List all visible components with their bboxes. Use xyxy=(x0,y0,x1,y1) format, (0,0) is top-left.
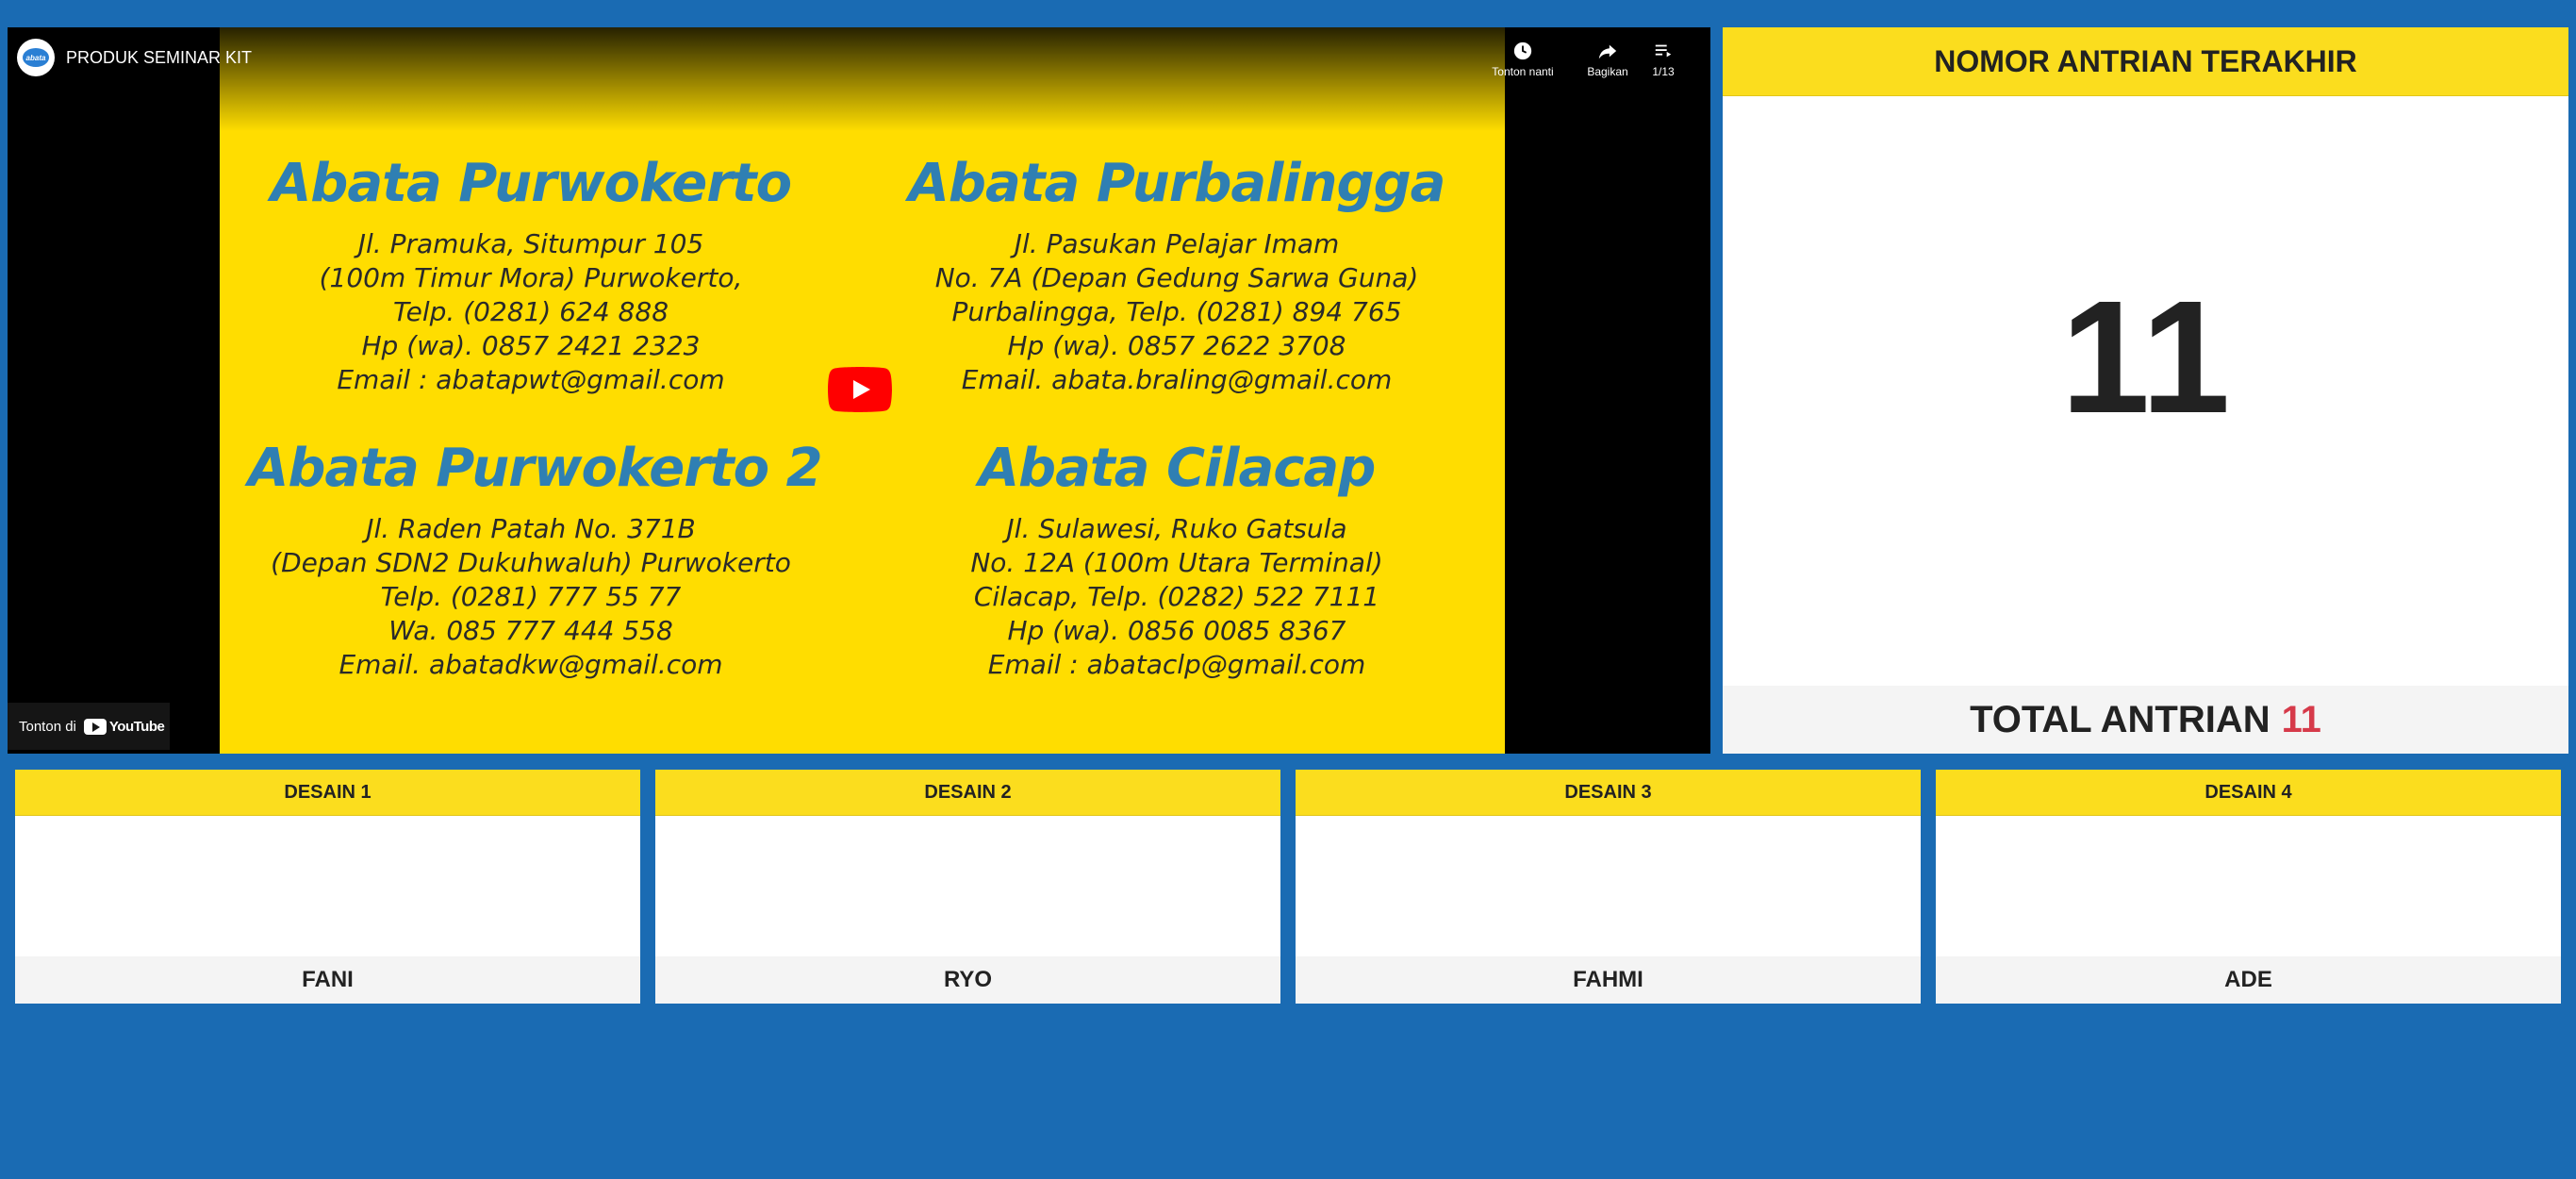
branch-name: Abata Purwokerto xyxy=(270,153,792,214)
branch-line: Email. abatadkw@gmail.com xyxy=(339,649,723,680)
share-icon xyxy=(1598,44,1617,59)
playlist-position: 1/13 xyxy=(1652,65,1675,78)
branch-line: Wa. 085 777 444 558 xyxy=(388,615,673,646)
watch-later-button[interactable]: Tonton nanti xyxy=(1480,41,1565,78)
branch-line: Purbalingga, Telp. (0281) 894 765 xyxy=(951,296,1402,327)
total-queue-count: 11 xyxy=(2281,698,2321,740)
designer-card-title: DESAIN 2 xyxy=(655,770,1280,816)
branch-line: Jl. Pramuka, Situmpur 105 xyxy=(357,228,704,259)
branch-line: Email : abatapwt@gmail.com xyxy=(337,364,725,395)
branch-block: Abata Cilacap Jl. Sulawesi, Ruko Gatsula… xyxy=(870,442,1483,682)
designer-card-title: DESAIN 1 xyxy=(15,770,640,816)
last-queue-header: NOMOR ANTRIAN TERAKHIR xyxy=(1723,27,2568,96)
branch-block: Abata Purwokerto Jl. Pramuka, Situmpur 1… xyxy=(257,158,804,397)
total-queue: TOTAL ANTRIAN 11 xyxy=(1723,686,2568,754)
branch-line: (100m Timur Mora) Purwokerto, xyxy=(319,262,743,293)
branch-line: Telp. (0281) 624 888 xyxy=(392,296,669,327)
video-player[interactable]: Abata Purwokerto Jl. Pramuka, Situmpur 1… xyxy=(8,27,1710,754)
designer-card: DESAIN 4 ADE xyxy=(1936,770,2561,1004)
designer-card-title: DESAIN 4 xyxy=(1936,770,2561,816)
designer-card: DESAIN 3 FAHMI xyxy=(1296,770,1921,1004)
branch-line: No. 12A (100m Utara Terminal) xyxy=(970,547,1383,578)
branch-name: Abata Cilacap xyxy=(978,438,1377,499)
designer-card: DESAIN 1 FANI xyxy=(15,770,640,1004)
branch-name: Abata Purbalingga xyxy=(908,153,1446,214)
watch-later-label: Tonton nanti xyxy=(1492,65,1554,78)
designer-name: ADE xyxy=(1936,956,2561,1004)
last-queue-number: 11 xyxy=(2060,268,2231,447)
last-queue-panel: NOMOR ANTRIAN TERAKHIR 11 TOTAL ANTRIAN … xyxy=(1723,27,2568,754)
branch-line: Jl. Sulawesi, Ruko Gatsula xyxy=(1006,513,1347,544)
branch-line: Hp (wa). 0857 2421 2323 xyxy=(361,330,701,361)
branch-block: Abata Purwokerto 2 Jl. Raden Patah No. 3… xyxy=(248,438,823,682)
youtube-logo-icon: YouTube xyxy=(83,718,165,735)
total-queue-label: TOTAL ANTRIAN xyxy=(1970,698,2271,740)
playlist-icon xyxy=(1655,44,1672,58)
branch-line: Hp (wa). 0856 0085 8367 xyxy=(1007,615,1346,646)
branch-line: Jl. Raden Patah No. 371B xyxy=(366,513,696,544)
watch-on-label: Tonton di xyxy=(19,718,76,735)
branch-line: Email. abata.braling@gmail.com xyxy=(961,364,1393,395)
branch-line: (Depan SDN2 Dukuhwaluh) Purwokerto xyxy=(271,547,791,578)
playlist-button[interactable]: 1/13 xyxy=(1630,41,1696,78)
channel-logo: abata xyxy=(23,48,49,67)
share-label: Bagikan xyxy=(1587,65,1628,78)
branch-name: Abata Purwokerto 2 xyxy=(248,438,823,499)
branch-line: Telp. (0281) 777 55 77 xyxy=(380,581,682,612)
designer-card: DESAIN 2 RYO xyxy=(655,770,1280,1004)
youtube-wordmark: YouTube xyxy=(108,718,165,735)
designer-name: FAHMI xyxy=(1296,956,1921,1004)
branch-line: No. 7A (Depan Gedung Sarwa Guna) xyxy=(934,262,1419,293)
branch-line: Cilacap, Telp. (0282) 522 7111 xyxy=(973,581,1380,612)
channel-avatar[interactable]: abata xyxy=(17,39,55,76)
watch-on-youtube-button[interactable]: Tonton di YouTube xyxy=(8,703,170,750)
clock-icon xyxy=(1513,42,1532,60)
branch-block: Abata Purbalingga Jl. Pasukan Pelajar Im… xyxy=(870,158,1483,397)
youtube-badge xyxy=(83,718,107,735)
designer-card-title: DESAIN 3 xyxy=(1296,770,1921,816)
branch-line: Email : abataclp@gmail.com xyxy=(987,649,1366,680)
play-button-icon[interactable] xyxy=(828,367,892,412)
designer-name: RYO xyxy=(655,956,1280,1004)
branch-line: Hp (wa). 0857 2622 3708 xyxy=(1007,330,1346,361)
video-title[interactable]: PRODUK SEMINAR KIT xyxy=(66,48,252,68)
designer-name: FANI xyxy=(15,956,640,1004)
branch-line: Jl. Pasukan Pelajar Imam xyxy=(1014,228,1340,259)
video-top-overlay xyxy=(8,27,1710,131)
